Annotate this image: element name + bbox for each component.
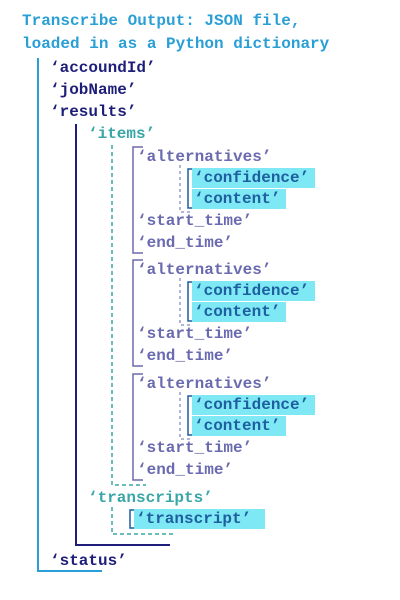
alternatives-dashed-1 [179,165,192,213]
alternatives-dashed-3 [179,392,192,440]
key-end-time: ‘end_time’ [137,461,234,479]
diagram-title-line-1: Transcribe Output: JSON file, [22,12,301,30]
key-content: ‘content’ [192,189,287,209]
json-structure-diagram: Transcribe Output: JSON file, loaded in … [0,0,400,600]
key-alternatives: ‘alternatives’ [137,375,272,393]
key-accountid: ‘accoundId’ [50,59,156,77]
diagram-title-line-2: loaded in as a Python dictionary [22,35,330,53]
key-start-time: ‘start_time’ [137,439,253,457]
alternatives-dashed-2 [179,278,192,326]
key-start-time: ‘start_time’ [137,325,253,343]
key-confidence: ‘confidence’ [192,168,316,188]
items-dashed-connector [111,145,146,486]
key-transcript: ‘transcript’ [134,509,266,529]
key-content: ‘content’ [192,302,287,322]
key-end-time: ‘end_time’ [137,234,234,252]
key-results: ‘results’ [50,103,137,121]
key-items: ‘items’ [88,125,156,143]
key-start-time: ‘start_time’ [137,212,253,230]
key-status: ‘status’ [50,552,127,570]
key-confidence: ‘confidence’ [192,395,316,415]
key-end-time: ‘end_time’ [137,347,234,365]
key-alternatives: ‘alternatives’ [137,261,272,279]
key-content: ‘content’ [192,416,287,436]
key-transcripts: ‘transcripts’ [88,489,213,507]
key-jobname: ‘jobName’ [50,81,137,99]
key-alternatives: ‘alternatives’ [137,148,272,166]
key-confidence: ‘confidence’ [192,281,316,301]
